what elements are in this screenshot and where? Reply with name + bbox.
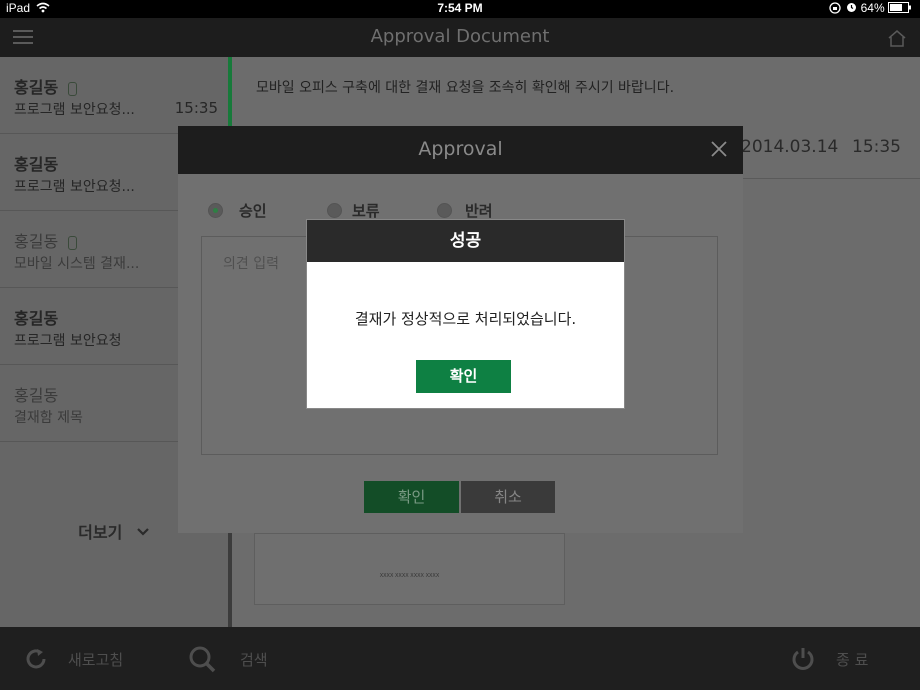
sender-name: 홍길동 bbox=[14, 74, 78, 98]
item-subject: 프로그램 보안요청... bbox=[14, 102, 135, 118]
comment-placeholder: 의견 입력 bbox=[223, 256, 279, 272]
exit-button[interactable]: 종 료 bbox=[836, 649, 868, 670]
sender-name: 홍길동 bbox=[14, 155, 59, 174]
item-subject: 프로그램 보안요청 bbox=[14, 333, 122, 349]
more-label: 더보기 bbox=[78, 523, 123, 542]
sender-name: 홍길동 bbox=[14, 228, 78, 252]
page-title: Approval Document bbox=[370, 26, 550, 47]
alert-confirm-button[interactable]: 확인 bbox=[416, 360, 511, 393]
approve-confirm-button[interactable]: 확인 bbox=[364, 481, 459, 513]
bottom-toolbar: 새로고침 검색 종 료 bbox=[0, 627, 920, 690]
battery-percent: 64% bbox=[860, 1, 885, 15]
success-alert: 성공 결재가 정상적으로 처리되었습니다. 확인 bbox=[306, 219, 625, 409]
alert-message: 결재가 정상적으로 처리되었습니다. bbox=[354, 310, 577, 328]
modal-header: Approval bbox=[178, 126, 743, 174]
attachment-preview[interactable]: XXXX XXXX XXXX XXXX bbox=[254, 533, 565, 605]
status-right: 64% bbox=[829, 1, 912, 15]
status-time: 7:54 PM bbox=[437, 1, 483, 15]
attachment-icon bbox=[68, 81, 78, 96]
list-item[interactable]: 홍길동 프로그램 보안요청... 15:35 bbox=[0, 57, 228, 134]
preview-text: XXXX XXXX XXXX XXXX bbox=[379, 573, 440, 579]
sender-name: 홍길동 bbox=[14, 309, 59, 328]
battery-icon bbox=[888, 2, 911, 13]
item-subject: 프로그램 보안요청... bbox=[14, 179, 135, 195]
radio-approve[interactable] bbox=[208, 203, 223, 218]
item-subject: 모바일 시스템 결재... bbox=[14, 256, 140, 272]
radio-reject[interactable] bbox=[437, 203, 452, 218]
alarm-icon bbox=[847, 3, 857, 12]
radio-hold-label: 보류 bbox=[352, 202, 380, 220]
rotation-lock-icon bbox=[829, 2, 841, 14]
alert-title: 성공 bbox=[307, 220, 624, 262]
app-header: Approval Document bbox=[0, 18, 920, 57]
status-bar: iPad 7:54 PM 64% bbox=[0, 0, 920, 18]
refresh-button[interactable]: 새로고침 bbox=[68, 649, 123, 670]
item-time: 15:35 bbox=[174, 99, 218, 117]
search-icon[interactable] bbox=[188, 645, 216, 673]
radio-hold[interactable] bbox=[327, 203, 342, 218]
document-date: 2014.03.14 bbox=[741, 137, 839, 157]
modal-title: Approval bbox=[418, 138, 503, 160]
refresh-icon[interactable] bbox=[24, 647, 48, 671]
close-icon[interactable] bbox=[710, 140, 728, 158]
approve-cancel-button[interactable]: 취소 bbox=[461, 481, 555, 513]
radio-approve-label: 승인 bbox=[239, 202, 267, 220]
chevron-down-icon bbox=[137, 528, 149, 536]
attachment-icon bbox=[68, 235, 78, 250]
power-icon[interactable] bbox=[790, 646, 816, 672]
sender-name: 홍길동 bbox=[14, 386, 59, 405]
home-icon[interactable] bbox=[888, 30, 906, 47]
document-time: 15:35 bbox=[852, 137, 901, 157]
radio-reject-label: 반려 bbox=[465, 202, 493, 220]
document-message: 모바일 오피스 구축에 대한 결재 요청을 조속히 확인해 주시기 바랍니다. bbox=[256, 80, 675, 96]
item-subject: 결재함 제목 bbox=[14, 410, 83, 426]
search-button[interactable]: 검색 bbox=[240, 649, 268, 670]
